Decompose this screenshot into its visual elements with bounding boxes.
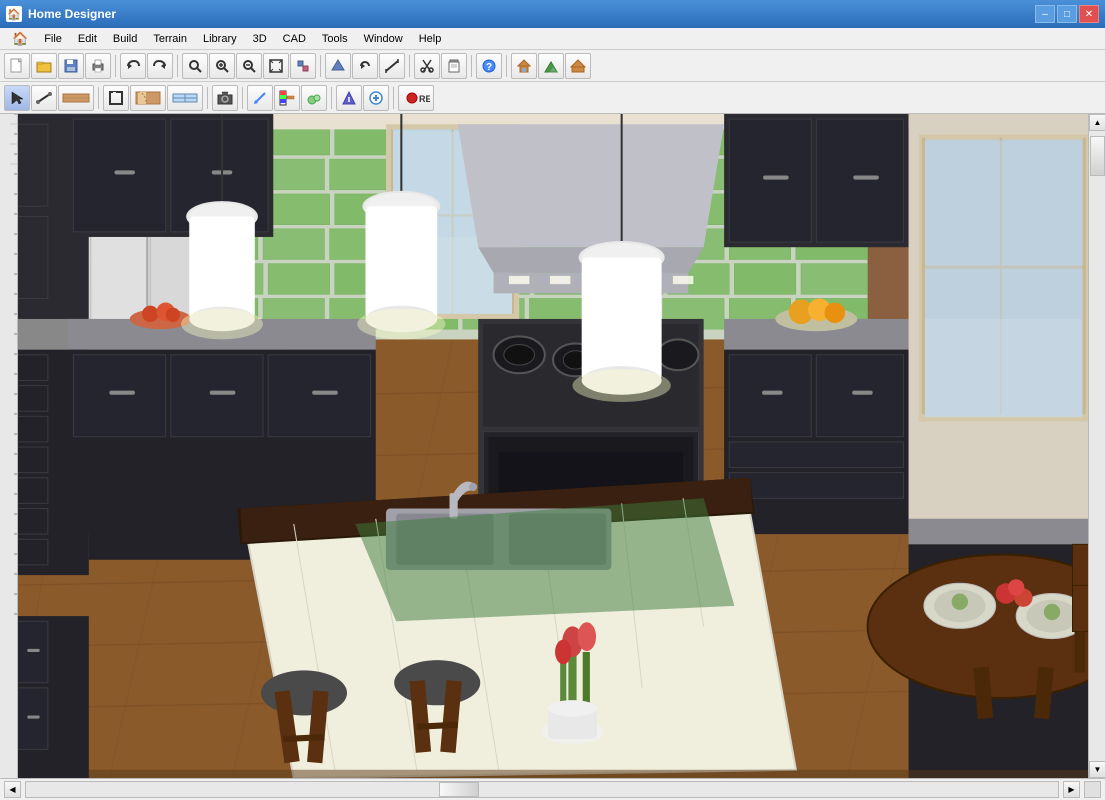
resize-button[interactable] [290,53,316,79]
zoom-out-button[interactable] [236,53,262,79]
redo-button[interactable] [147,53,173,79]
scroll-right-button[interactable]: ▶ [1063,781,1080,798]
print-button[interactable] [85,53,111,79]
status-bar: ◀ ▶ [0,778,1105,800]
menu-edit[interactable]: Edit [70,31,105,47]
ruler-left [0,114,18,778]
terrain-view-button[interactable] [538,53,564,79]
zoom-in-button[interactable] [209,53,235,79]
wall-tool-button[interactable] [58,85,94,111]
undo-button[interactable] [120,53,146,79]
system-menu[interactable]: 🏠 [4,29,36,49]
window-controls: – □ ✕ [1035,5,1099,23]
separator-t2-3 [242,87,243,109]
save-button[interactable] [58,53,84,79]
title-bar: 🏠 Home Designer – □ ✕ [0,0,1105,28]
separator-t2-2 [207,87,208,109]
window-tool-button[interactable] [167,85,203,111]
separator-5 [471,55,472,77]
maximize-button[interactable]: □ [1057,5,1077,23]
select-tool-button[interactable] [4,85,30,111]
minimize-button[interactable]: – [1035,5,1055,23]
camera-button[interactable] [212,85,238,111]
home-view-button[interactable] [511,53,537,79]
scroll-thumb-right[interactable] [1090,136,1105,176]
scroll-thumb-bottom[interactable] [439,782,479,797]
toolbar-2: REC [0,82,1105,114]
measure-button[interactable] [379,53,405,79]
app-icon: 🏠 [6,6,22,22]
separator-3 [320,55,321,77]
help-button[interactable]: ? [476,53,502,79]
zoom-find-button[interactable] [182,53,208,79]
separator-t2-1 [98,87,99,109]
menu-window[interactable]: Window [356,31,411,47]
separator-t2-4 [331,87,332,109]
room-tool-button[interactable] [103,85,129,111]
fit-window-button[interactable] [263,53,289,79]
menu-3d[interactable]: 3D [245,31,275,47]
move-up-button[interactable] [336,85,362,111]
menu-tools[interactable]: Tools [314,31,356,47]
separator-t2-5 [393,87,394,109]
door-tool-button[interactable] [130,85,166,111]
menu-build[interactable]: Build [105,31,145,47]
paint-button[interactable] [274,85,300,111]
corner-resize [1084,781,1101,798]
record-button[interactable]: REC [398,85,434,111]
close-button[interactable]: ✕ [1079,5,1099,23]
menu-cad[interactable]: CAD [275,31,314,47]
menu-file[interactable]: File [36,31,70,47]
canvas-area[interactable] [18,114,1088,778]
title-text: Home Designer [28,7,1035,21]
svg-text:?: ? [486,62,492,73]
scroll-left-button[interactable]: ◀ [4,781,21,798]
separator-6 [506,55,507,77]
menu-help[interactable]: Help [411,31,450,47]
terrain-tool-button[interactable] [301,85,327,111]
svg-text:REC: REC [419,94,430,104]
menu-library[interactable]: Library [195,31,245,47]
menu-terrain[interactable]: Terrain [145,31,195,47]
main-area: ▲ ▼ [0,114,1105,778]
cut-button[interactable] [414,53,440,79]
separator-1 [115,55,116,77]
scrollbar-right: ▲ ▼ [1088,114,1105,778]
line-tool-button[interactable] [31,85,57,111]
scroll-track-right[interactable] [1089,131,1105,761]
separator-4 [409,55,410,77]
separator-2 [177,55,178,77]
paste-button[interactable] [441,53,467,79]
rotate-button[interactable] [352,53,378,79]
scroll-up-button[interactable]: ▲ [1089,114,1105,131]
scrollbar-bottom[interactable] [25,781,1059,798]
open-button[interactable] [31,53,57,79]
new-button[interactable] [4,53,30,79]
menu-bar: 🏠 File Edit Build Terrain Library 3D CAD… [0,28,1105,50]
exterior-view-button[interactable] [565,53,591,79]
draw-button[interactable] [247,85,273,111]
arrow-up-button[interactable] [325,53,351,79]
scroll-down-button[interactable]: ▼ [1089,761,1105,778]
add-button[interactable] [363,85,389,111]
toolbar-1: ? [0,50,1105,82]
